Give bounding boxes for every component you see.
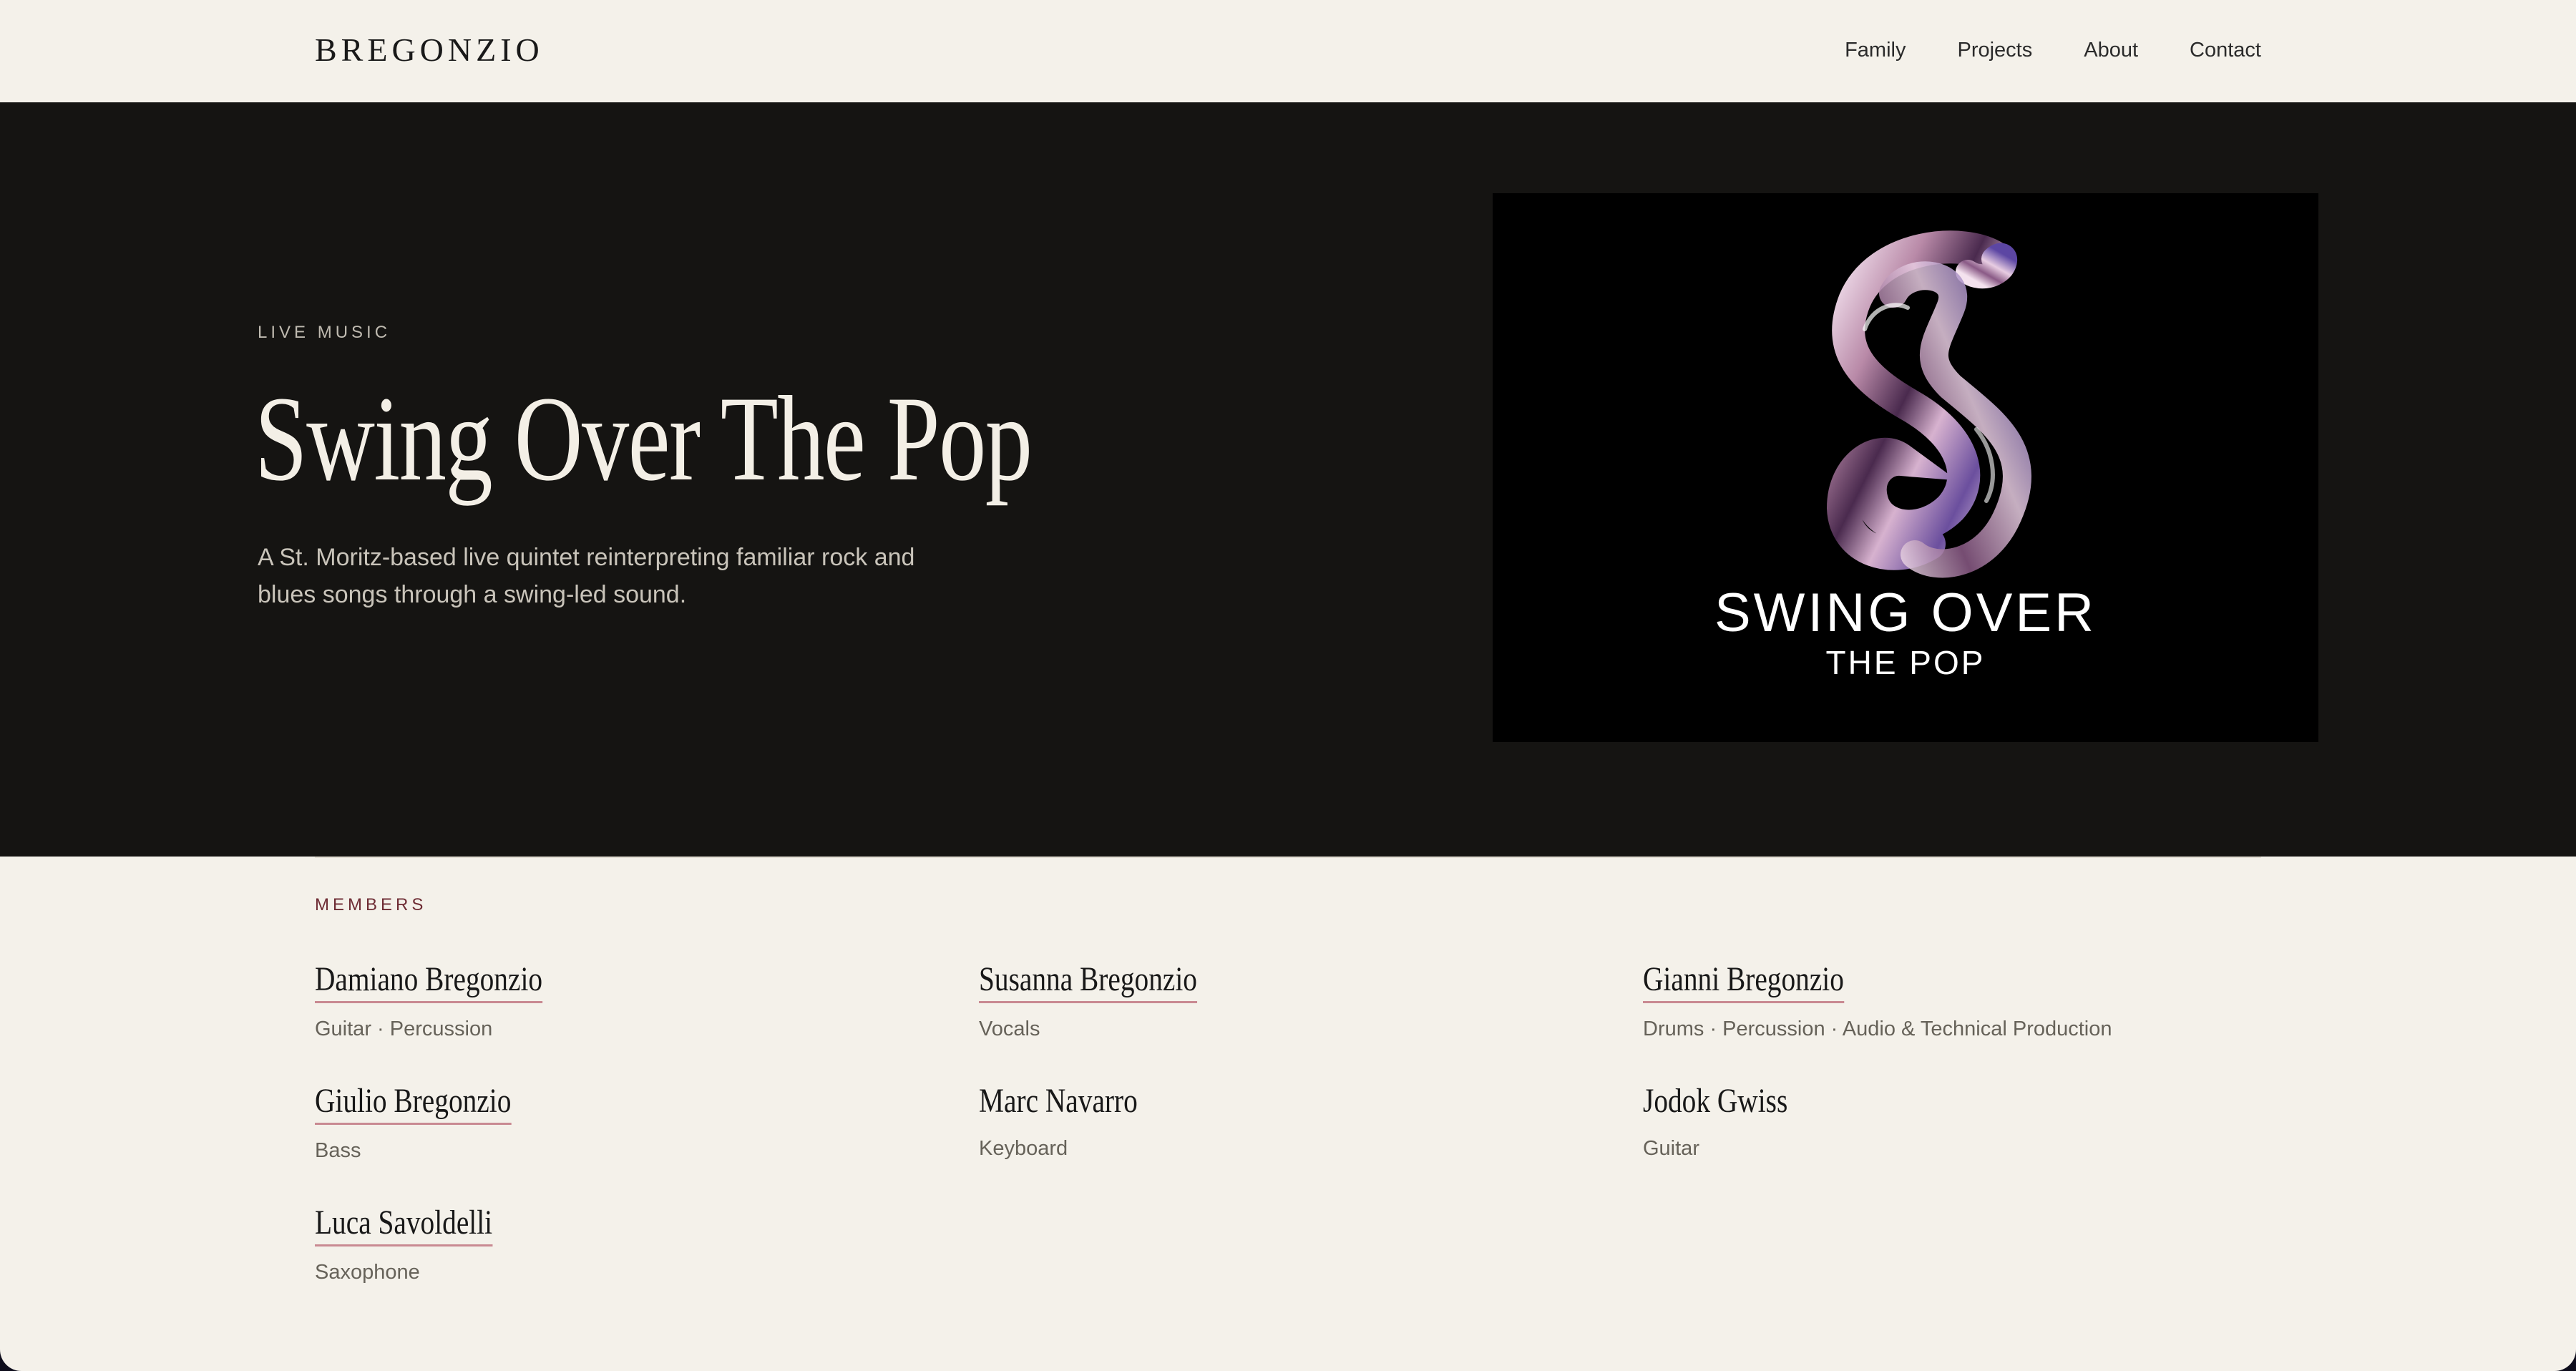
- hero-title: Swing Over The Pop: [255, 371, 1033, 506]
- member-name-link[interactable]: Damiano Bregonzio: [315, 958, 543, 1003]
- member-role: Saxophone: [315, 1261, 420, 1284]
- member-role: Guitar: [1643, 1137, 1699, 1160]
- nav-contact[interactable]: Contact: [2190, 34, 2261, 66]
- member-card: Luca Savoldelli Saxophone: [315, 1201, 532, 1287]
- section-divider: [315, 857, 2261, 858]
- hero-section: LIVE MUSIC Swing Over The Pop A St. Mori…: [0, 102, 2576, 857]
- nav-family[interactable]: Family: [1845, 34, 1906, 66]
- members-section: MEMBERS Damiano Bregonzio Guitar · Percu…: [0, 857, 2576, 1371]
- member-name: Jodok Gwiss: [1643, 1082, 1788, 1120]
- member-name: Marc Navarro: [979, 1082, 1138, 1120]
- main-nav: Family Projects About Contact: [1845, 34, 2261, 66]
- hero-artwork: SWING OVER THE POP: [1493, 193, 2318, 742]
- site-header: BREGONZIO Family Projects About Contact: [0, 0, 2576, 104]
- member-name-link[interactable]: Gianni Bregonzio: [1643, 958, 1844, 1003]
- nav-about[interactable]: About: [2084, 34, 2138, 66]
- member-card: Susanna Bregonzio Vocals: [979, 958, 1245, 1043]
- member-name-link[interactable]: Giulio Bregonzio: [315, 1080, 512, 1125]
- page-frame: BREGONZIO Family Projects About Contact …: [0, 0, 2576, 1371]
- member-name-link[interactable]: Susanna Bregonzio: [979, 958, 1197, 1003]
- brand-logo[interactable]: BREGONZIO: [315, 29, 544, 72]
- artwork-title-line1: SWING OVER: [1714, 582, 2097, 643]
- member-card: Jodok Gwiss Guitar: [1643, 1080, 1820, 1163]
- member-role: Vocals: [979, 1018, 1040, 1040]
- member-role: Bass: [315, 1139, 361, 1162]
- member-card: Marc Navarro Keyboard: [979, 1080, 1173, 1163]
- hero-description: A St. Moritz-based live quintet reinterp…: [258, 544, 915, 608]
- member-role: Guitar · Percussion: [315, 1018, 493, 1040]
- member-card: Damiano Bregonzio Guitar · Percussion: [315, 958, 592, 1043]
- member-card: Giulio Bregonzio Bass: [315, 1080, 555, 1165]
- nav-projects[interactable]: Projects: [1957, 34, 2032, 66]
- members-heading: MEMBERS: [315, 895, 427, 914]
- hero-eyebrow: LIVE MUSIC: [258, 323, 391, 342]
- member-card: Gianni Bregonzio Drums · Percussion · Au…: [1643, 958, 2112, 1043]
- member-name-link[interactable]: Luca Savoldelli: [315, 1201, 493, 1246]
- artwork-title-line2: THE POP: [1825, 644, 1986, 681]
- member-role: Keyboard: [979, 1137, 1068, 1160]
- member-role: Drums · Percussion · Audio & Technical P…: [1643, 1018, 2112, 1040]
